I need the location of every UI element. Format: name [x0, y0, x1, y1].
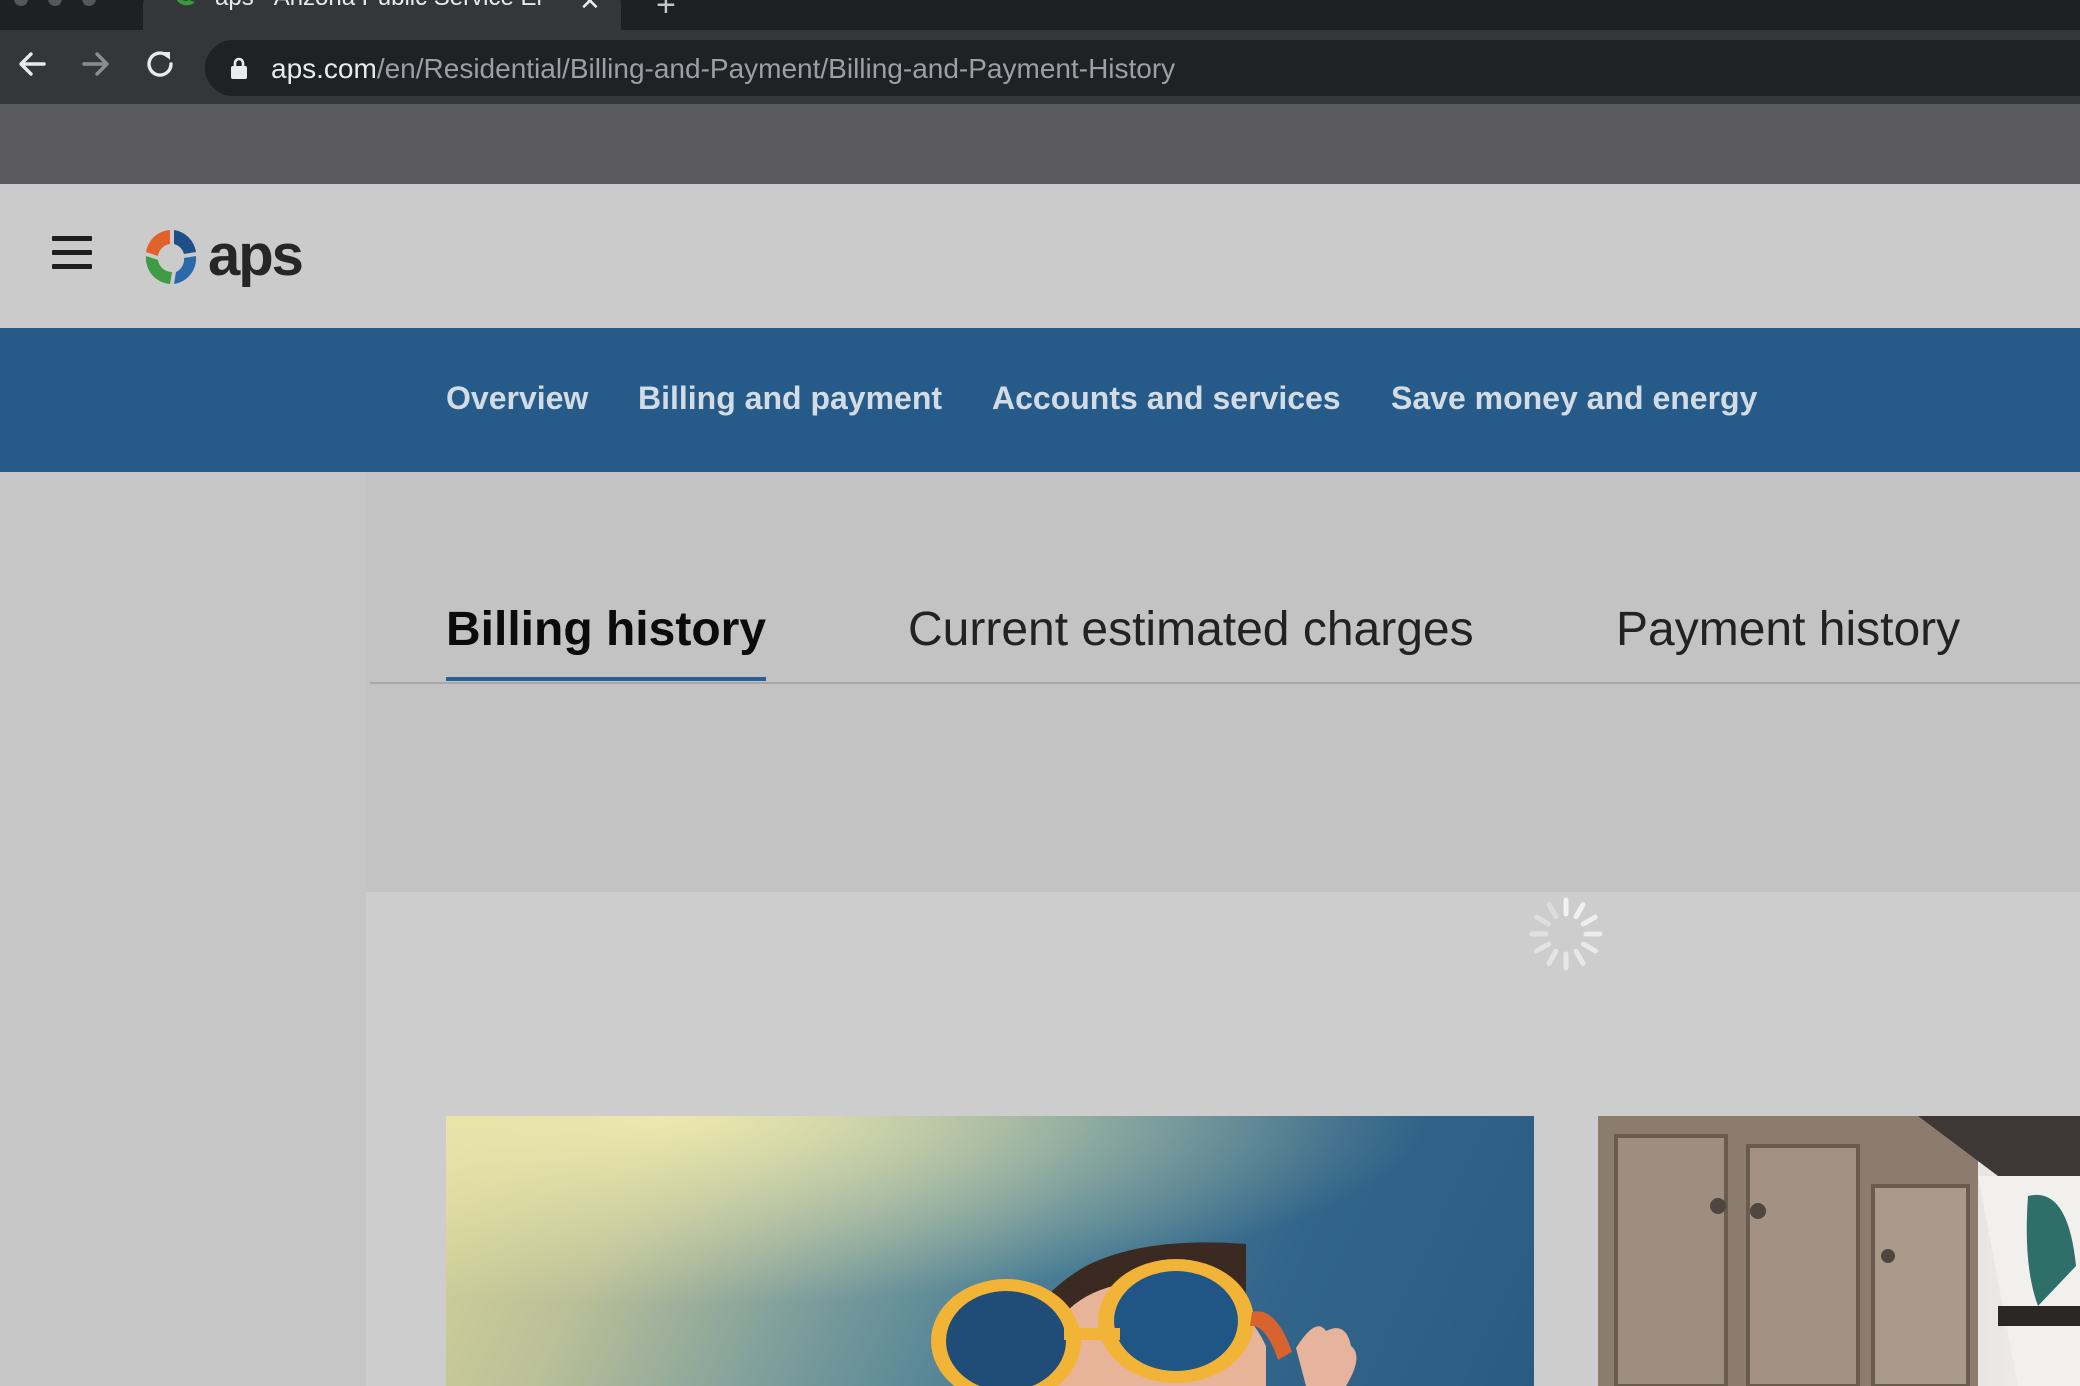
tab-billing-history[interactable]: Billing history: [446, 602, 767, 681]
nav-item-save-money-and-energy[interactable]: Save money and energy: [1391, 380, 1757, 417]
tab-title: aps - Arizona Public Service El: [215, 0, 555, 12]
back-arrow-icon[interactable]: [12, 44, 52, 84]
loading-spinner-icon: [1529, 897, 1603, 971]
lock-icon: [231, 57, 247, 79]
promo-image-kitchen[interactable]: [1598, 1116, 2080, 1386]
reload-icon[interactable]: [140, 44, 180, 84]
main-navigation: Overview Billing and payment Accounts an…: [0, 328, 2080, 472]
tab-current-estimated-charges[interactable]: Current estimated charges: [908, 602, 1474, 657]
close-icon[interactable]: ✕: [579, 0, 601, 17]
maximize-window-dot[interactable]: [82, 0, 96, 6]
aps-favicon-icon: [176, 0, 195, 6]
nav-item-overview[interactable]: Overview: [446, 380, 588, 417]
nav-item-accounts-and-services[interactable]: Accounts and services: [992, 380, 1341, 417]
browser-tabstrip: aps - Arizona Public Service El ✕ +: [0, 0, 2080, 30]
kitchen-cabinets-illustration: [1598, 1116, 2080, 1386]
nav-item-billing-and-payment[interactable]: Billing and payment: [638, 380, 942, 417]
page-top-band: [0, 104, 2080, 184]
browser-toolbar: aps.com/en/Residential/Billing-and-Payme…: [0, 30, 2080, 104]
url-path: /en/Residential/Billing-and-Payment/Bill…: [376, 53, 1176, 84]
sunglasses-child-illustration: [446, 1116, 1534, 1386]
tab-payment-history[interactable]: Payment history: [1616, 602, 1960, 657]
url-text[interactable]: aps.com/en/Residential/Billing-and-Payme…: [271, 53, 1175, 85]
hamburger-menu-icon[interactable]: [52, 236, 92, 270]
site-header: aps: [0, 184, 2080, 328]
billing-subtabs: Billing history Current estimated charge…: [370, 472, 2080, 684]
browser-tab[interactable]: aps - Arizona Public Service El ✕: [143, 0, 621, 30]
aps-logo[interactable]: aps: [140, 223, 316, 290]
aps-logo-mark-icon: [145, 230, 197, 284]
close-window-dot[interactable]: [14, 0, 28, 6]
forward-arrow-icon[interactable]: [76, 44, 116, 84]
address-bar[interactable]: aps.com/en/Residential/Billing-and-Payme…: [205, 40, 2080, 96]
new-tab-icon[interactable]: +: [656, 0, 676, 25]
left-sidebar: [0, 472, 366, 1386]
window-controls[interactable]: [14, 0, 96, 6]
tabs-divider: [370, 682, 2080, 684]
promo-image-summer[interactable]: [446, 1116, 1534, 1386]
logo-wordmark: aps: [208, 223, 304, 288]
url-host: aps.com: [271, 53, 377, 84]
minimize-window-dot[interactable]: [48, 0, 62, 6]
